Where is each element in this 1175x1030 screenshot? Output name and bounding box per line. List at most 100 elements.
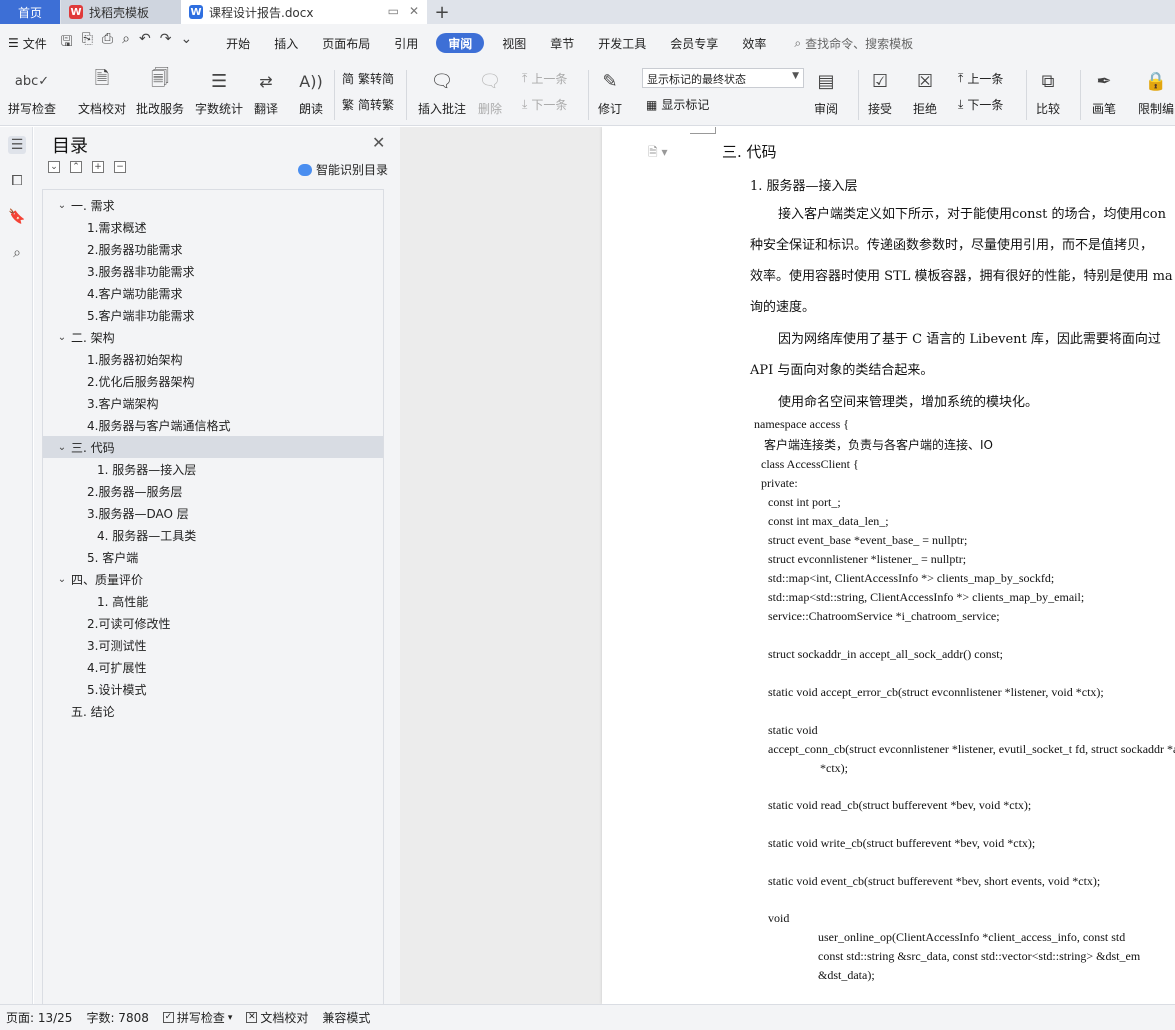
menu-member[interactable]: 会员专享 <box>658 33 730 53</box>
toc-item[interactable]: 5. 客户端 <box>43 546 383 568</box>
menu-review[interactable]: 审阅 <box>436 33 485 53</box>
toc-item[interactable]: 1. 服务器—接入层 <box>43 458 383 480</box>
word-count-indicator[interactable]: 字数: 7808 <box>86 1009 148 1026</box>
pin-icon[interactable]: ▭ <box>388 4 399 18</box>
separator <box>858 70 859 120</box>
pen-button[interactable]: ✒ 画笔 <box>1092 66 1116 117</box>
export-icon[interactable]: ⎘ <box>82 31 93 55</box>
redo-icon[interactable]: ↷ <box>160 31 172 55</box>
document-page[interactable]: 🗎 ▾ 三. 代码 1. 服务器—接入层 接入客户端类定义如下所示，对于能使用c… <box>602 127 1175 1004</box>
toc-item[interactable]: 4. 服务器—工具类 <box>43 524 383 546</box>
menu-section[interactable]: 章节 <box>538 33 586 53</box>
toc-item[interactable]: 1. 高性能 <box>43 590 383 612</box>
toc-item[interactable]: 4.客户端功能需求 <box>43 282 383 304</box>
search-icon[interactable]: ⌕ <box>8 244 26 262</box>
chevron-down-icon[interactable]: ⌄ <box>55 200 69 211</box>
toc-item[interactable]: ⌄ 四、质量评价 <box>43 568 383 590</box>
pen-icon: ✒ <box>1096 70 1112 92</box>
chevron-down-icon[interactable]: ⌄ <box>55 574 69 585</box>
doc-check-status[interactable]: ✕ 文档校对 <box>246 1009 308 1026</box>
command-search[interactable]: ⌕ 查找命令、搜索模板 <box>794 35 913 52</box>
print-icon[interactable]: ⎙ <box>102 31 113 55</box>
document-canvas[interactable]: 🗎 ▾ 三. 代码 1. 服务器—接入层 接入客户端类定义如下所示，对于能使用c… <box>400 127 1175 1004</box>
undo-icon[interactable]: ↶ <box>139 31 151 55</box>
next-comment-button[interactable]: ⤓ 下一条 <box>522 96 567 113</box>
smart-toc-button[interactable]: 智能识别目录 <box>298 161 388 178</box>
read-aloud-button[interactable]: A)) 朗读 <box>299 66 323 117</box>
word-count-button[interactable]: ☰ 字数统计 <box>195 66 243 117</box>
next-change-button[interactable]: ⤓ 下一条 <box>958 96 1003 113</box>
add-item-icon[interactable]: + <box>92 161 104 173</box>
spell-check-button[interactable]: abc✓ 拼写检查 <box>8 66 56 117</box>
menu-insert[interactable]: 插入 <box>262 33 310 53</box>
trad-to-simp-button[interactable]: 简 繁转简 <box>342 70 394 87</box>
chevron-down-icon[interactable]: ⌄ <box>55 332 69 343</box>
tab-document[interactable]: W 课程设计报告.docx ▭ ✕ <box>181 0 427 24</box>
toc-item[interactable]: 5.客户端非功能需求 <box>43 304 383 326</box>
comment-delete-icon: 🗨 <box>478 70 502 92</box>
toc-item[interactable]: 3.服务器—DAO 层 <box>43 502 383 524</box>
paragraph-line: 使用命名空间来管理类，增加系统的模块化。 <box>778 395 1039 410</box>
tab-home[interactable]: 首页 <box>0 0 60 24</box>
file-menu[interactable]: ☰ 文件 <box>8 35 47 52</box>
toc-icon[interactable]: ☰ <box>8 136 26 154</box>
restrict-edit-button[interactable]: 🔒 限制编 <box>1138 66 1174 117</box>
toc-item[interactable]: ⌄ 二. 架构 <box>43 326 383 348</box>
markup-state-select[interactable]: 显示标记的最终状态 ▼ <box>642 68 804 88</box>
page-indicator[interactable]: 页面: 13/25 <box>6 1009 72 1026</box>
tab-template[interactable]: W 找稻壳模板 <box>61 0 181 24</box>
show-markup-button[interactable]: ▦ 显示标记 <box>646 96 709 113</box>
save-icon[interactable]: 🖫 <box>61 31 73 55</box>
toc-item[interactable]: 1.服务器初始架构 <box>43 348 383 370</box>
prev-comment-button[interactable]: ⤒ 上一条 <box>522 70 567 87</box>
toc-item[interactable]: 2.可读可修改性 <box>43 612 383 634</box>
toc-item[interactable]: 4.服务器与客户端通信格式 <box>43 414 383 436</box>
simp-to-trad-button[interactable]: 繁 简转繁 <box>342 96 394 113</box>
preview-icon[interactable]: ⌕ <box>122 31 130 55</box>
menu-developer[interactable]: 开发工具 <box>586 33 658 53</box>
toc-item[interactable]: 4.可扩展性 <box>43 656 383 678</box>
toc-item[interactable]: 3.服务器非功能需求 <box>43 260 383 282</box>
more-icon[interactable]: ⌄ <box>180 31 192 55</box>
doc-check-button[interactable]: 🗎 文档校对 <box>78 66 126 117</box>
chapter-icon[interactable]: ⧠ <box>8 172 26 190</box>
chevron-down-icon[interactable]: ⌄ <box>55 442 69 453</box>
reject-button[interactable]: ☒ 拒绝 <box>913 66 937 117</box>
toc-item[interactable]: ⌄ 一. 需求 <box>43 194 383 216</box>
toc-item[interactable]: 5.设计模式 <box>43 678 383 700</box>
menu-start[interactable]: 开始 <box>214 33 262 53</box>
close-tab-icon[interactable]: ✕ <box>409 4 419 18</box>
revise-button[interactable]: ✎ 修订 <box>598 66 622 117</box>
translate-button[interactable]: ⇄ 翻译 <box>254 66 278 117</box>
prev-change-button[interactable]: ⤒ 上一条 <box>958 70 1003 87</box>
batch-service-button[interactable]: 🗐 批改服务 <box>136 66 184 117</box>
heading-access-layer: 1. 服务器—接入层 <box>750 179 858 194</box>
code-line: private: <box>761 476 798 490</box>
menu-view[interactable]: 视图 <box>490 33 538 53</box>
menu-layout[interactable]: 页面布局 <box>310 33 382 53</box>
menu-efficiency[interactable]: 效率 <box>730 33 778 53</box>
toc-item[interactable]: 五. 结论 <box>43 700 383 722</box>
toc-item-selected[interactable]: ⌄ 三. 代码 <box>43 436 383 458</box>
toc-item[interactable]: 3.客户端架构 <box>43 392 383 414</box>
spell-check-status[interactable]: ✓ 拼写检查 ▾ <box>162 1009 232 1026</box>
delete-comment-button[interactable]: 🗨 删除 <box>478 66 502 117</box>
new-tab-button[interactable]: + <box>427 0 457 24</box>
accept-button[interactable]: ☑ 接受 <box>868 66 892 117</box>
menu-references[interactable]: 引用 <box>382 33 430 53</box>
collapse-all-icon[interactable]: ⌃ <box>70 161 82 173</box>
toc-title: 目录 <box>52 136 88 157</box>
toc-item[interactable]: 3.可测试性 <box>43 634 383 656</box>
close-icon[interactable]: ✕ <box>372 133 385 152</box>
review-pane-button[interactable]: ▤ 审阅 <box>814 66 838 117</box>
toc-item[interactable]: 2.优化后服务器架构 <box>43 370 383 392</box>
bookmark-icon[interactable]: 🔖 <box>8 208 26 226</box>
page-options-icon[interactable]: 🗎 ▾ <box>648 143 668 164</box>
toc-item[interactable]: 1.需求概述 <box>43 216 383 238</box>
insert-comment-button[interactable]: 🗨 插入批注 <box>418 66 466 117</box>
toc-item[interactable]: 2.服务器—服务层 <box>43 480 383 502</box>
toc-item[interactable]: 2.服务器功能需求 <box>43 238 383 260</box>
expand-all-icon[interactable]: ⌄ <box>48 161 60 173</box>
remove-item-icon[interactable]: − <box>114 161 126 173</box>
compare-button[interactable]: ⧉ 比较 <box>1036 66 1060 117</box>
